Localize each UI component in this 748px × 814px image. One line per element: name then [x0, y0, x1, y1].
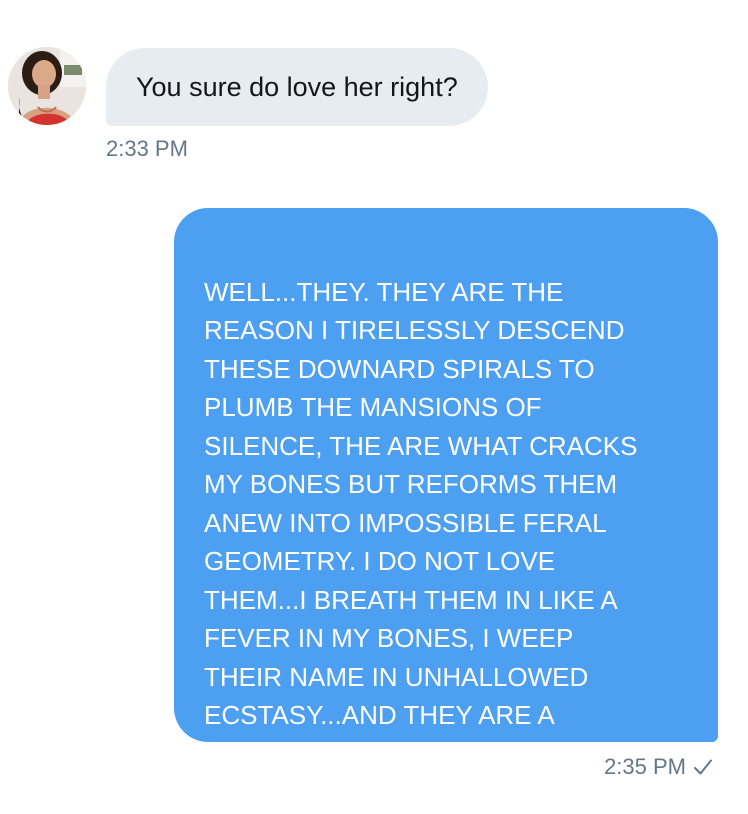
outgoing-message-timestamp: 2:35 PM	[604, 754, 686, 779]
outgoing-message-text: WELL...THEY. THEY ARE THE REASON I TIREL…	[204, 276, 638, 769]
outgoing-message-bubble[interactable]: WELL...THEY. THEY ARE THE REASON I TIREL…	[174, 208, 718, 769]
incoming-message-timestamp: 2:33 PM	[106, 136, 188, 161]
check-icon	[692, 756, 714, 778]
avatar-image	[8, 47, 86, 125]
incoming-message-bubble[interactable]: You sure do love her right?	[106, 48, 488, 126]
outgoing-message-meta: 2:35 PM	[604, 752, 714, 782]
user-avatar[interactable]	[8, 47, 86, 125]
incoming-message-text: You sure do love her right?	[136, 72, 458, 102]
